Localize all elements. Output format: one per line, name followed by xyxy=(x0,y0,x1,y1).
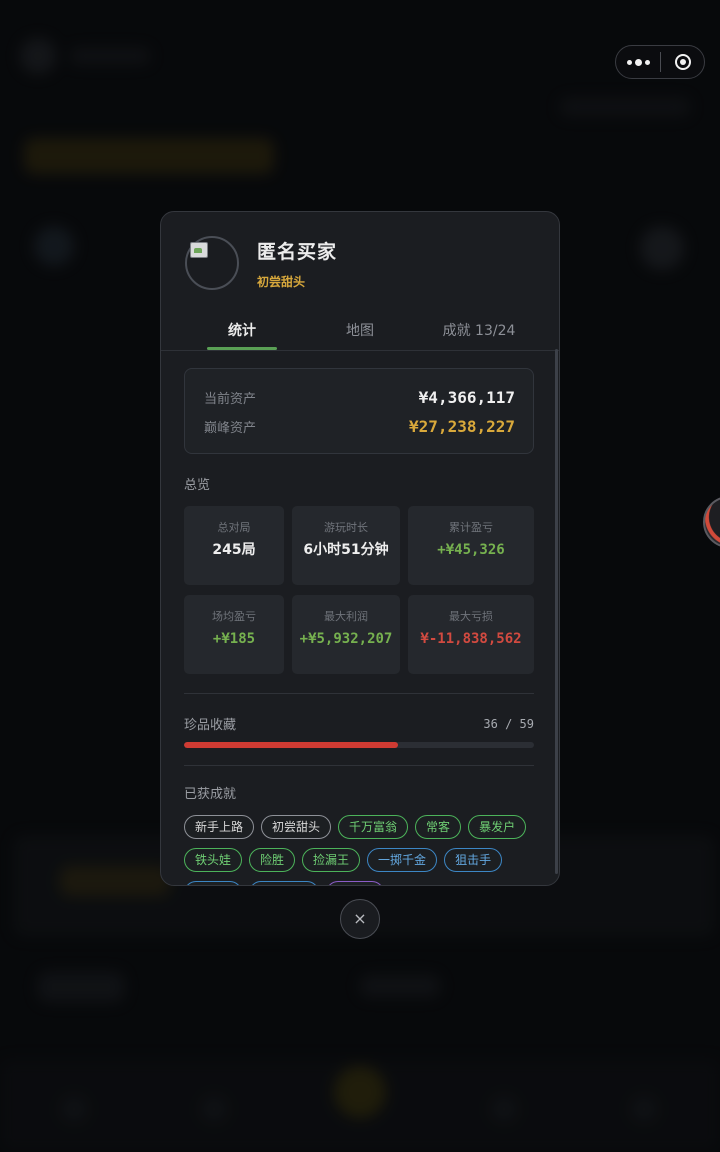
stat-value: +¥185 xyxy=(212,631,256,647)
current-assets-label: 当前资产 xyxy=(204,392,257,407)
tab-map[interactable]: 地图 xyxy=(325,320,395,340)
stat-total-profit: 累计盈亏 +¥45,326 xyxy=(408,506,534,585)
avatar xyxy=(185,236,239,290)
more-options-icon[interactable] xyxy=(616,58,660,66)
stat-total-games: 总对局 245局 xyxy=(184,506,284,585)
stat-label: 累计盈亏 xyxy=(449,521,493,534)
mini-program-capsule xyxy=(615,45,705,79)
achievement-badge[interactable]: 鉴赏家 xyxy=(184,881,243,885)
stat-label: 游玩时长 xyxy=(324,521,368,534)
stat-value: 6小时51分钟 xyxy=(303,542,389,558)
collection-progress-bar xyxy=(184,742,534,748)
stat-value: +¥5,932,207 xyxy=(299,631,393,647)
stat-value: ¥-11,838,562 xyxy=(420,631,522,647)
close-button[interactable]: × xyxy=(340,899,380,939)
achievement-badge[interactable]: 初尝甜头 xyxy=(261,815,332,839)
stat-label: 最大亏损 xyxy=(449,610,493,623)
profile-tabs: 统计 地图 成就 13/24 xyxy=(161,312,559,351)
achievement-badge[interactable]: 千万富翁 xyxy=(338,815,409,839)
player-profile-modal: 匿名买家 初尝甜头 统计 地图 成就 13/24 当前资产 ¥4,366,117… xyxy=(160,211,560,886)
achievement-badge[interactable]: 新手上路 xyxy=(184,815,255,839)
tab-achievements[interactable]: 成就 13/24 xyxy=(429,320,529,340)
stat-max-loss: 最大亏损 ¥-11,838,562 xyxy=(408,595,534,674)
broken-image-icon xyxy=(190,242,208,258)
stat-label: 场均盈亏 xyxy=(212,610,256,623)
peak-assets-label: 巅峰资产 xyxy=(204,421,257,436)
stat-play-time: 游玩时长 6小时51分钟 xyxy=(292,506,400,585)
stat-value: +¥45,326 xyxy=(437,542,505,558)
overview-stats-grid: 总对局 245局 游玩时长 6小时51分钟 累计盈亏 +¥45,326 场均盈亏… xyxy=(184,506,534,674)
stat-value: 245局 xyxy=(212,542,256,558)
section-divider xyxy=(184,693,534,694)
peak-assets-value: ¥27,238,227 xyxy=(409,417,515,436)
active-tab-indicator xyxy=(207,347,277,350)
collection-section: 珍品收藏 36 / 59 xyxy=(184,714,534,748)
achievement-badge[interactable]: 狙击手 xyxy=(444,848,503,872)
stat-label: 总对局 xyxy=(217,521,251,534)
close-program-icon[interactable] xyxy=(661,54,704,70)
collection-count: 36 / 59 xyxy=(483,716,534,731)
profile-header: 匿名买家 初尝甜头 xyxy=(185,236,337,290)
current-assets-value: ¥4,366,117 xyxy=(418,388,515,407)
achievement-badge[interactable]: 捡漏王 xyxy=(302,848,361,872)
tab-stats[interactable]: 统计 xyxy=(207,320,277,340)
achievement-badge[interactable]: 暴发户 xyxy=(468,815,527,839)
stat-max-profit: 最大利润 +¥5,932,207 xyxy=(292,595,400,674)
collection-label: 珍品收藏 xyxy=(184,718,237,733)
stat-avg-profit: 场均盈亏 +¥185 xyxy=(184,595,284,674)
achievement-badge[interactable]: 铁公鸡 xyxy=(326,881,385,885)
achievement-badge[interactable]: 常客 xyxy=(415,815,462,839)
achievement-badge[interactable]: 四海为家 xyxy=(249,881,320,885)
achievement-badge[interactable]: 险胜 xyxy=(249,848,296,872)
user-rank-title: 初尝甜头 xyxy=(257,274,306,289)
scrollbar[interactable] xyxy=(555,349,558,874)
stat-label: 最大利润 xyxy=(324,610,368,623)
achievements-title: 已获成就 xyxy=(184,787,237,802)
achievement-badges: 新手上路初尝甜头千万富翁常客暴发户铁头娃险胜捡漏王一掷千金狙击手鉴赏家 四海为家 铁… xyxy=(184,815,534,885)
assets-card: 当前资产 ¥4,366,117 巅峰资产 ¥27,238,227 xyxy=(184,368,534,454)
overview-title: 总览 xyxy=(184,478,211,493)
stats-panel: 当前资产 ¥4,366,117 巅峰资产 ¥27,238,227 总览 总对局 … xyxy=(184,368,534,885)
achievement-badge[interactable]: 一掷千金 xyxy=(367,848,438,872)
section-divider xyxy=(184,765,534,766)
user-name: 匿名买家 xyxy=(257,240,338,263)
collection-progress-fill xyxy=(184,742,398,748)
achievement-badge[interactable]: 铁头娃 xyxy=(184,848,243,872)
